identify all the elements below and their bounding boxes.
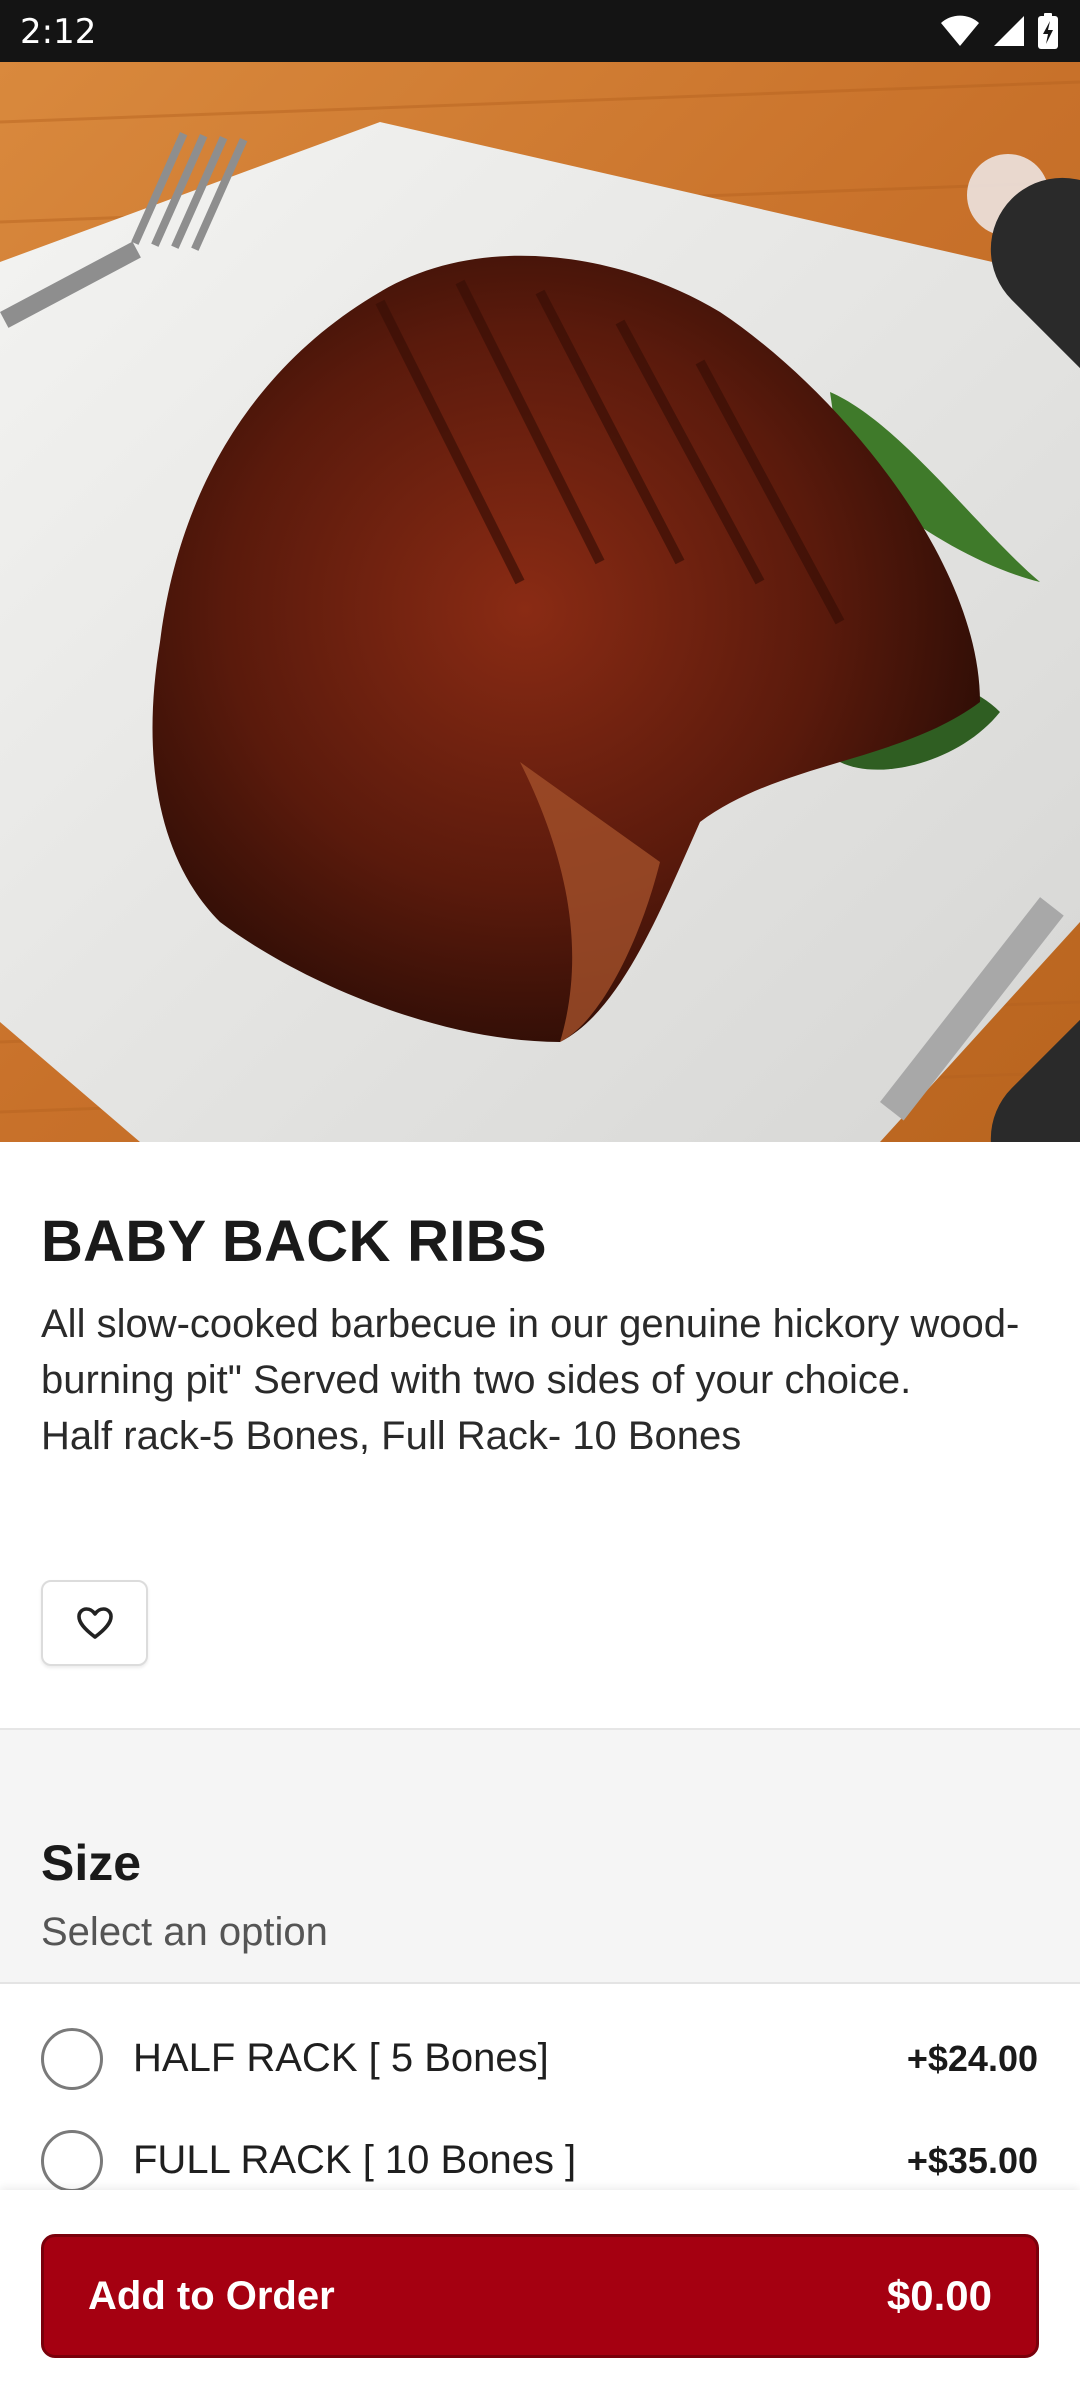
add-to-order-label: Add to Order (88, 2273, 335, 2318)
battery-charging-icon (1038, 13, 1058, 49)
option-price: +$35.00 (906, 2140, 1038, 2181)
description-line: All slow-cooked barbecue in our genuine … (41, 1302, 1020, 1402)
radio-button[interactable] (41, 2130, 103, 2192)
size-option-half-rack[interactable]: HALF RACK [ 5 Bones] +$24.00 (0, 2006, 1080, 2106)
heart-icon (76, 1607, 113, 1639)
wifi-icon (941, 15, 979, 46)
size-section-header: Size Select an option (0, 1730, 1080, 1984)
option-price: +$24.00 (906, 2038, 1038, 2079)
add-to-order-button[interactable]: Add to Order $0.00 (41, 2234, 1039, 2358)
order-footer: Add to Order $0.00 (0, 2190, 1080, 2400)
option-label: FULL RACK [ 10 Bones ] (133, 2138, 577, 2182)
description-line: Half rack-5 Bones, Full Rack- 10 Bones (41, 1414, 742, 1458)
item-description: All slow-cooked barbecue in our genuine … (41, 1296, 1041, 1464)
item-photo (0, 62, 1080, 1142)
favorite-button[interactable] (41, 1580, 148, 1666)
item-title: BABY BACK RIBS (41, 1209, 547, 1274)
status-bar: 2:12 (0, 0, 1080, 62)
status-time: 2:12 (20, 12, 97, 52)
order-total: $0.00 (886, 2272, 992, 2319)
ribs-photo-illustration (0, 62, 1080, 1142)
close-icon (990, 177, 1080, 1142)
radio-button[interactable] (41, 2028, 103, 2090)
status-icons (940, 12, 1058, 50)
section-title: Size (41, 1835, 142, 1891)
cellular-signal-icon (994, 16, 1024, 46)
close-button[interactable] (967, 154, 1080, 1142)
option-label: HALF RACK [ 5 Bones] (133, 2036, 549, 2080)
section-subtitle: Select an option (41, 1910, 328, 1954)
